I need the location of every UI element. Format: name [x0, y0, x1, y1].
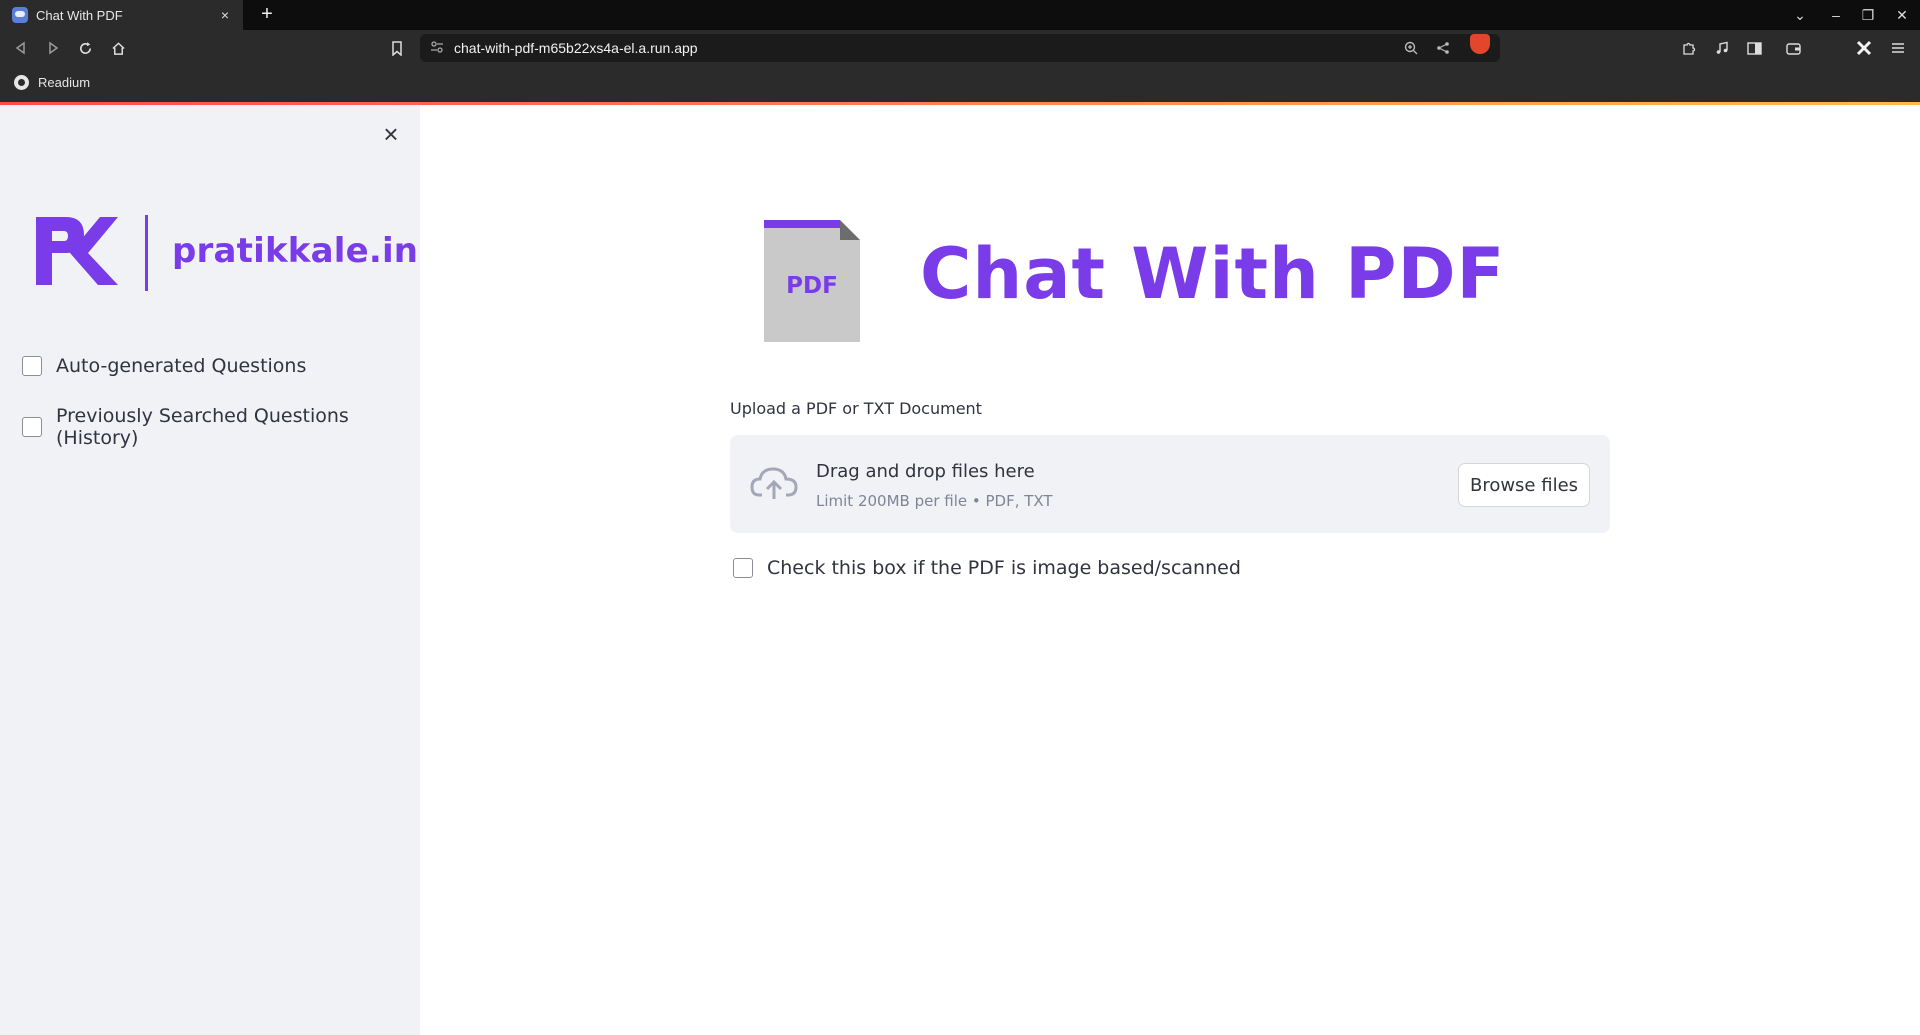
back-icon[interactable]	[9, 36, 33, 60]
readium-icon	[14, 75, 29, 90]
bookmark-icon[interactable]	[385, 36, 409, 60]
checkbox-box[interactable]	[22, 356, 42, 376]
pk-monogram-icon	[36, 217, 118, 285]
upload-label: Upload a PDF or TXT Document	[730, 399, 982, 418]
checkbox-box[interactable]	[733, 558, 753, 578]
browse-files-button[interactable]: Browse files	[1458, 463, 1590, 507]
brave-shields-icon[interactable]	[1470, 34, 1490, 54]
scanned-pdf-checkbox[interactable]: Check this box if the PDF is image based…	[733, 557, 1241, 579]
window-close-button[interactable]: ✕	[1886, 0, 1918, 30]
browser-tab-bar: Chat With PDF × + ⌄ – ❐ ✕	[0, 0, 1920, 30]
page-title: Chat With PDF	[920, 233, 1506, 315]
share-icon[interactable]	[1433, 38, 1453, 58]
checkbox-label: Auto-generated Questions	[56, 355, 307, 377]
zoom-icon[interactable]	[1401, 38, 1421, 58]
new-tab-button[interactable]: +	[256, 4, 278, 26]
browser-toolbar: chat-with-pdf-m65b22xs4a-el.a.run.app	[0, 30, 1920, 66]
wallet-icon[interactable]	[1781, 36, 1805, 60]
forward-icon[interactable]	[41, 36, 65, 60]
brave-ai-icon[interactable]	[1852, 36, 1876, 60]
brand-logo: pratikkale.in	[34, 213, 418, 293]
favicon-icon	[12, 7, 28, 23]
logo-divider	[145, 215, 148, 291]
checkbox-label: Check this box if the PDF is image based…	[767, 557, 1241, 579]
sidebar: × pratikkale.in Auto-generated Questions…	[0, 105, 420, 1035]
home-icon[interactable]	[106, 36, 130, 60]
music-icon[interactable]	[1710, 36, 1734, 60]
address-bar[interactable]: chat-with-pdf-m65b22xs4a-el.a.run.app	[420, 34, 1500, 62]
dropzone-limits: Limit 200MB per file • PDF, TXT	[816, 492, 1053, 510]
site-settings-icon[interactable]	[430, 40, 446, 56]
history-questions-checkbox[interactable]: Previously Searched Questions (History)	[22, 405, 420, 449]
bookmark-label: Readium	[38, 75, 91, 90]
sidebar-toggle-icon[interactable]	[1742, 36, 1766, 60]
url-text: chat-with-pdf-m65b22xs4a-el.a.run.app	[454, 40, 698, 56]
browser-tab-active[interactable]: Chat With PDF ×	[0, 0, 243, 30]
logo-wordmark: pratikkale.in	[172, 231, 419, 271]
tab-close-icon[interactable]: ×	[215, 7, 235, 23]
bookmark-readium[interactable]: Readium	[14, 75, 90, 90]
minimize-button[interactable]: –	[1820, 0, 1852, 30]
main-content: PDF Chat With PDF Upload a PDF or TXT Do…	[420, 105, 1920, 1035]
extension-puzzle-icon[interactable]	[1677, 36, 1701, 60]
menu-icon[interactable]	[1886, 36, 1910, 60]
cloud-upload-icon	[750, 467, 798, 499]
sidebar-close-icon[interactable]: ×	[378, 121, 404, 148]
auto-questions-checkbox[interactable]: Auto-generated Questions	[22, 355, 306, 377]
bookmarks-bar: Readium	[0, 66, 1920, 102]
pdf-document-icon: PDF	[764, 220, 860, 342]
checkbox-box[interactable]	[22, 417, 42, 437]
reload-icon[interactable]	[73, 36, 97, 60]
pdf-icon-label: PDF	[786, 273, 838, 299]
file-dropzone[interactable]: Drag and drop files here Limit 200MB per…	[730, 435, 1610, 533]
tab-list-dropdown-icon[interactable]: ⌄	[1784, 0, 1816, 30]
dropzone-title: Drag and drop files here	[816, 461, 1035, 482]
checkbox-label: Previously Searched Questions (History)	[56, 405, 349, 449]
tab-title: Chat With PDF	[36, 7, 123, 23]
maximize-button[interactable]: ❐	[1852, 0, 1884, 30]
